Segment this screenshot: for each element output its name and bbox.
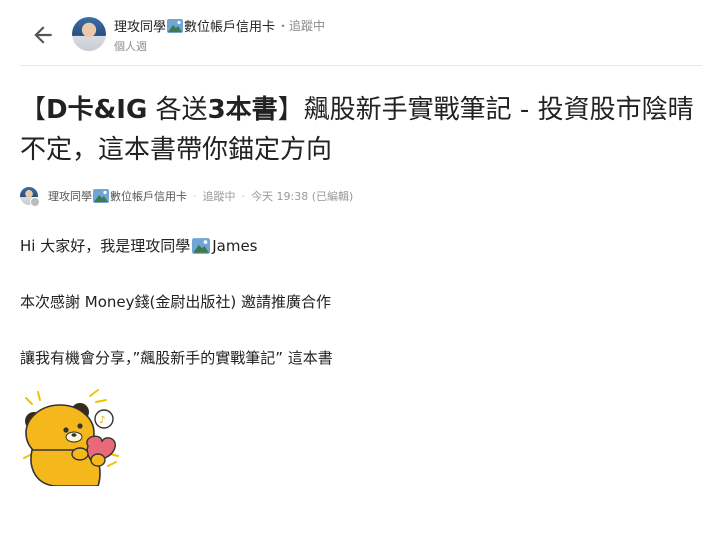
post-title: 【D卡&IG 各送3本書】飆股新手實戰筆記 - 投資股市陰晴不定，這本書帶你錨定… bbox=[20, 90, 700, 170]
title-part: 各送 bbox=[147, 95, 208, 125]
post-meta: 理攻同學 數位帳戶信用卡 · 追蹤中 · 今天 19:38 (已編輯) bbox=[20, 186, 354, 207]
meta-separator: · bbox=[241, 189, 246, 203]
header-divider bbox=[20, 65, 702, 66]
meta-author-name[interactable]: 理攻同學 bbox=[48, 188, 92, 204]
svg-text:♪: ♪ bbox=[99, 415, 105, 426]
avatar-status-dot bbox=[30, 197, 40, 207]
post-paragraph: 本次感謝 Money錢(金尉出版社) 邀請推廣合作 bbox=[20, 293, 331, 311]
paragraph-text: James bbox=[212, 236, 258, 255]
mountain-emoji-icon bbox=[192, 237, 211, 254]
arrow-left-icon[interactable] bbox=[30, 22, 56, 48]
mountain-emoji-icon bbox=[167, 18, 184, 33]
top-bar: 理攻同學 數位帳戶信用卡 ・追蹤中 個人週 bbox=[0, 0, 714, 66]
follow-status[interactable]: ・追蹤中 bbox=[277, 17, 325, 34]
header-author-name[interactable]: 理攻同學 bbox=[114, 16, 166, 35]
paragraph-text: Hi 大家好，我是理攻同學 bbox=[20, 237, 191, 255]
header-author[interactable]: 理攻同學 數位帳戶信用卡 ・追蹤中 bbox=[114, 16, 325, 35]
board-name[interactable]: 個人週 bbox=[114, 38, 147, 54]
post-paragraph: 讓我有機會分享，”飆股新手的實戰筆記” 這本書 bbox=[20, 349, 333, 367]
meta-avatar[interactable] bbox=[20, 187, 40, 207]
meta-author-suffix[interactable]: 數位帳戶信用卡 bbox=[110, 188, 187, 204]
meta-follow[interactable]: 追蹤中 bbox=[203, 188, 236, 204]
bear-sticker-image: ♪ bbox=[23, 389, 119, 486]
meta-time: 今天 19:38 (已編輯) bbox=[251, 190, 354, 203]
title-bold-part: D卡&IG bbox=[46, 95, 148, 125]
meta-separator: · bbox=[193, 189, 197, 203]
author-avatar[interactable] bbox=[72, 17, 106, 51]
header-author-suffix[interactable]: 數位帳戶信用卡 bbox=[184, 16, 275, 35]
title-part: 【 bbox=[20, 95, 47, 125]
mountain-emoji-icon bbox=[93, 189, 109, 203]
title-bold-part: 3本書 bbox=[207, 95, 278, 125]
post-paragraph: Hi 大家好，我是理攻同學 James bbox=[20, 235, 258, 256]
